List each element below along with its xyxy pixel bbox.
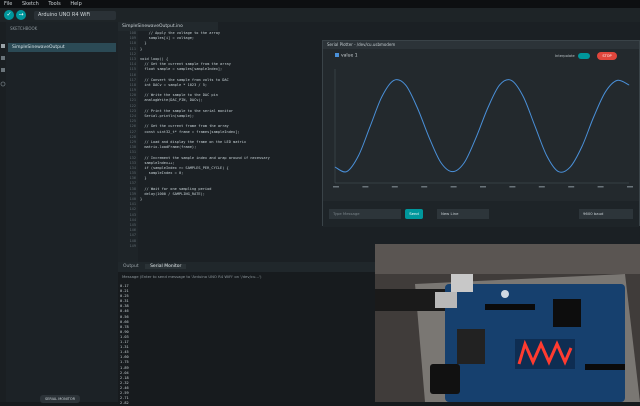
toolbar: ✓ → Arduino UNO R4 WiFi <box>0 8 640 22</box>
sidebar-title: SKETCHBOOK <box>10 26 38 31</box>
menu-help[interactable]: Help <box>70 1 81 7</box>
menu-sketch[interactable]: Sketch <box>22 1 39 7</box>
data-point <box>558 171 559 172</box>
x-tick-mark <box>450 186 457 188</box>
board-selector[interactable]: Arduino UNO R4 WiFi <box>34 11 116 20</box>
send-button[interactable]: Send <box>405 209 423 219</box>
serial-plotter-window: Serial Plotter - /dev/cu.usbmodem value … <box>322 40 640 227</box>
library-icon <box>1 68 5 72</box>
serial-output: 0.17 0.21 0.25 0.31 0.38 0.46 0.56 0.66 0.78 0.90… <box>120 284 240 406</box>
data-point <box>358 155 359 156</box>
data-point <box>452 171 453 172</box>
sketchbook-icon <box>1 44 5 48</box>
x-tick-mark <box>568 186 575 188</box>
x-tick-mark <box>362 186 369 188</box>
data-point <box>417 107 418 109</box>
plotter-title: Serial Plotter - /dev/cu.usbmodem <box>323 41 639 49</box>
x-tick-mark <box>421 186 428 188</box>
sidebar: SKETCHBOOK SimpleSinewaveOutput <box>6 22 118 402</box>
code-area[interactable]: // Apply the voltage to the array sample… <box>140 31 330 262</box>
serial-message-hint[interactable]: Message (Enter to send message to 'Ardui… <box>122 274 262 279</box>
data-point <box>475 137 477 138</box>
data-point <box>464 162 465 163</box>
data-point <box>546 155 547 156</box>
plot-area <box>333 69 633 188</box>
data-point <box>369 125 371 127</box>
x-tick-mark <box>627 186 633 188</box>
line-ending-select[interactable]: New Line <box>437 209 489 219</box>
data-point <box>381 96 383 97</box>
data-point <box>534 125 536 127</box>
x-tick-mark <box>597 186 604 188</box>
data-point <box>405 84 406 86</box>
data-point <box>440 162 442 163</box>
menu-file[interactable]: File <box>4 1 12 7</box>
line-number: 149 <box>129 243 137 248</box>
plotter-toolbar: value 1 Interpolate STOP <box>323 49 639 65</box>
data-point <box>499 84 500 86</box>
arduino-board-photo <box>375 244 640 402</box>
search-icon <box>0 81 6 87</box>
stop-button[interactable]: STOP <box>597 52 617 60</box>
sidebar-item-sketch[interactable]: SimpleSinewaveOutput <box>8 43 116 52</box>
baud-rate-select[interactable]: 9600 baud <box>579 209 633 219</box>
data-point <box>428 137 430 138</box>
data-point <box>522 96 524 97</box>
camera-overlay <box>375 244 640 402</box>
boards-icon <box>1 56 5 60</box>
upload-button[interactable]: → <box>16 10 26 20</box>
interpolate-toggle[interactable] <box>578 53 590 59</box>
data-point <box>487 107 489 109</box>
verify-button[interactable]: ✓ <box>4 10 14 20</box>
data-point <box>393 80 395 81</box>
legend-label: value 1 <box>341 53 358 59</box>
series-line <box>334 79 630 173</box>
interpolate-label: Interpolate <box>555 54 575 58</box>
plotter-footer: Type Message Send New Line 9600 baud <box>323 201 639 227</box>
data-point <box>605 91 606 93</box>
data-point <box>581 146 583 147</box>
x-tick-mark <box>480 186 486 188</box>
legend-item[interactable]: value 1 <box>335 53 358 59</box>
x-tick-mark <box>509 186 516 188</box>
tab-output[interactable]: Output <box>118 264 144 269</box>
data-point <box>569 166 571 168</box>
legend-swatch <box>335 53 339 57</box>
data-point <box>628 84 630 86</box>
message-input[interactable]: Type Message <box>329 209 401 219</box>
data-point <box>346 171 348 172</box>
x-tick-mark <box>333 186 339 188</box>
x-tick-mark <box>538 186 545 188</box>
tab-serial-monitor[interactable]: Serial Monitor <box>145 264 187 269</box>
menu-bar: File Sketch Tools Help <box>0 0 640 8</box>
data-point <box>593 116 595 118</box>
data-point <box>616 80 618 81</box>
menu-tools[interactable]: Tools <box>48 1 60 7</box>
editor-tab[interactable]: SimpleSinewaveOutput.ino <box>118 22 218 31</box>
data-point <box>334 166 336 168</box>
x-tick-mark <box>391 186 398 188</box>
line-number-gutter: 108 109 110 111 112 113 114 115 116 117 118 119 120 1… <box>118 31 138 262</box>
data-point <box>511 80 512 81</box>
